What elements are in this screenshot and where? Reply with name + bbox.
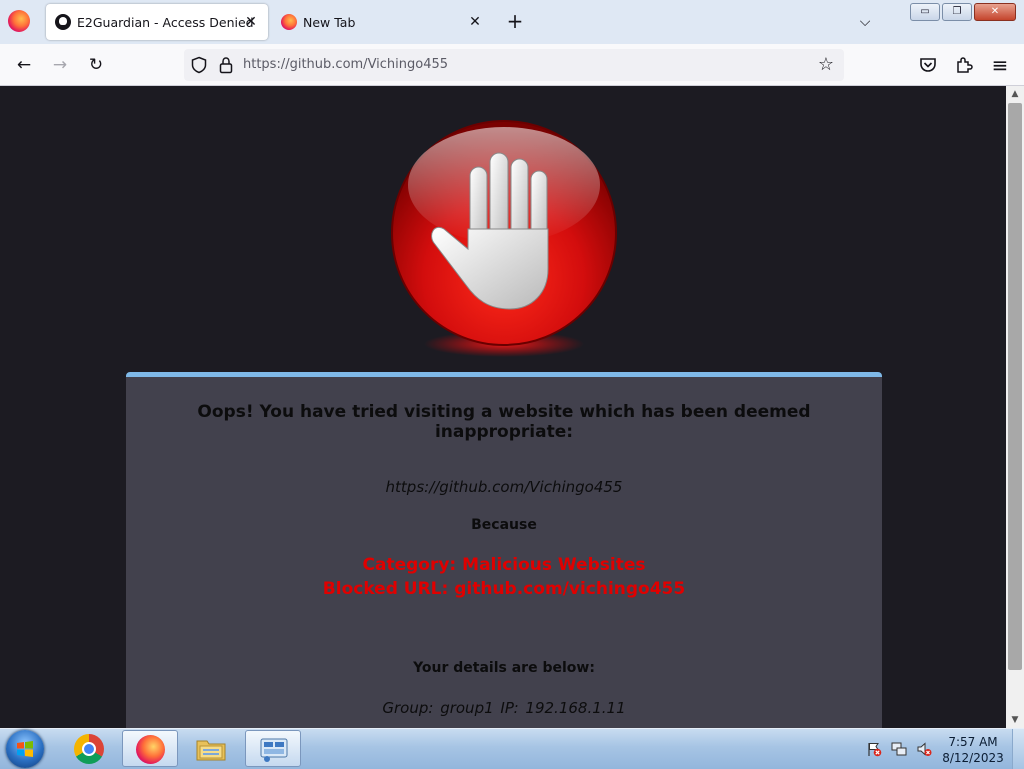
- network-tool-icon: [260, 738, 288, 762]
- file-explorer-icon: [196, 740, 226, 761]
- user-details: Group: group1 IP: 192.168.1.11: [382, 699, 626, 717]
- maximize-button[interactable]: ❐: [942, 3, 972, 21]
- windows-taskbar: 7:57 AM 8/12/2023: [0, 728, 1024, 769]
- windows-logo-icon: [17, 741, 33, 757]
- lock-icon[interactable]: [218, 56, 234, 74]
- back-button[interactable]: ←: [12, 53, 36, 77]
- close-tab-button[interactable]: ✕: [466, 13, 484, 31]
- blocked-url-text: https://github.com/Vichingo455: [385, 478, 623, 496]
- volume-muted-icon[interactable]: [916, 741, 932, 757]
- close-window-button[interactable]: ✕: [974, 3, 1016, 21]
- page-content: Oops! You have tried visiting a website …: [0, 86, 1006, 728]
- github-icon: [55, 14, 71, 30]
- because-label: Because: [471, 517, 537, 533]
- tab-bar: E2Guardian - Access Denied ✕ New Tab ✕ +…: [0, 0, 1024, 44]
- action-center-flag-icon[interactable]: [866, 741, 882, 757]
- pocket-icon[interactable]: [917, 54, 939, 76]
- reason-blocked-url: Blocked URL: github.com/vichingo455: [322, 579, 686, 599]
- bookmark-star-icon[interactable]: ☆: [816, 55, 836, 75]
- page-scrollbar[interactable]: ▲ ▼: [1006, 86, 1024, 728]
- taskbar-network-tool[interactable]: [245, 730, 301, 767]
- network-icon[interactable]: [891, 741, 907, 757]
- new-tab-button[interactable]: +: [505, 11, 525, 31]
- chrome-icon: [74, 734, 104, 764]
- tracking-protection-shield-icon[interactable]: [190, 56, 208, 74]
- clock-date: 8/12/2023: [942, 751, 1004, 765]
- tab-access-denied[interactable]: E2Guardian - Access Denied ✕: [46, 4, 268, 40]
- app-menu-button[interactable]: ≡: [989, 54, 1011, 76]
- firefox-icon: [136, 735, 165, 764]
- taskbar-file-explorer[interactable]: [183, 730, 239, 767]
- access-denied-panel: Oops! You have tried visiting a website …: [126, 372, 882, 728]
- window-controls: ▭ ❐ ✕: [910, 3, 1016, 21]
- clock-time: 7:57 AM: [948, 735, 998, 749]
- firefox-menu-icon[interactable]: [8, 10, 30, 32]
- system-clock[interactable]: 7:57 AM 8/12/2023: [940, 734, 1006, 766]
- start-button[interactable]: [6, 730, 44, 768]
- details-title: Your details are below:: [413, 660, 595, 676]
- firefox-icon: [281, 14, 297, 30]
- url-text[interactable]: https://github.com/Vichingo455: [243, 57, 448, 72]
- taskbar-firefox[interactable]: [122, 730, 178, 767]
- puzzle-icon[interactable]: [953, 54, 975, 76]
- tab-new-tab[interactable]: New Tab ✕: [272, 4, 492, 40]
- show-desktop-button[interactable]: [1012, 729, 1024, 769]
- tab-label: New Tab: [303, 15, 356, 30]
- close-tab-button[interactable]: ✕: [242, 13, 260, 31]
- url-bar[interactable]: https://github.com/Vichingo455 ☆: [184, 49, 844, 81]
- scroll-thumb[interactable]: [1008, 103, 1022, 670]
- reload-button[interactable]: ↻: [84, 53, 108, 77]
- scroll-up-arrow-icon[interactable]: ▲: [1006, 86, 1024, 102]
- taskbar-chrome[interactable]: [60, 730, 116, 767]
- reason-category: Category: Malicious Websites: [362, 555, 646, 575]
- minimize-button[interactable]: ▭: [910, 3, 940, 21]
- scroll-down-arrow-icon[interactable]: ▼: [1006, 712, 1024, 728]
- tab-label: E2Guardian - Access Denied: [77, 15, 254, 30]
- stop-hand-icon: [391, 120, 617, 357]
- list-all-tabs-button[interactable]: ⌵: [855, 12, 875, 32]
- forward-button[interactable]: →: [48, 53, 72, 77]
- navigation-toolbar: ← → ↻ https://github.com/Vichingo455 ☆ ≡: [0, 44, 1024, 86]
- page-headline: Oops! You have tried visiting a website …: [197, 402, 811, 442]
